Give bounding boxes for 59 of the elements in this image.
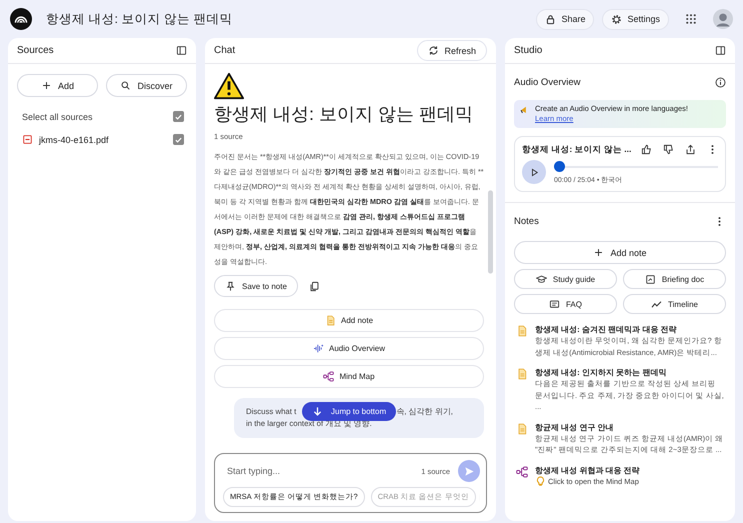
waveform-icon [312,343,324,354]
section-title: Notes [514,216,539,226]
add-note-button[interactable]: Add note [514,241,726,264]
thumbs-up-icon [641,144,652,155]
select-all-label: Select all sources [22,112,94,122]
chat-heading: 항생제 내성: 보이지 않는 팬데믹 [214,103,474,126]
avatar-icon [713,9,733,29]
copy-button[interactable] [308,280,321,292]
checkbox[interactable] [173,134,184,145]
section-title: Audio Overview [514,76,581,88]
action-button[interactable]: Mind Map [214,365,484,388]
panel-title: Chat [214,45,236,56]
checkbox[interactable] [173,111,184,122]
panel-title: Sources [17,45,54,56]
source-button[interactable]: Add [17,74,98,97]
pdf-file-icon [22,134,33,145]
warning-sign-icon [214,72,244,100]
note-tool-button[interactable]: Timeline [623,294,726,314]
share-icon [685,144,696,155]
lock-icon [545,14,556,24]
note-tool-button[interactable]: Briefing doc [623,269,726,289]
action-button[interactable]: Add note [214,309,484,332]
play-button[interactable] [522,160,546,184]
thumbs-down-icon [663,144,674,155]
trend-line-icon [651,298,662,310]
info-icon [715,76,726,88]
refresh-icon [428,45,440,56]
note-tool-button[interactable]: Study guide [514,269,617,289]
audio-title: 항생제 내성: 보이지 않는 ... [522,144,632,156]
send-icon [464,466,474,476]
lightbulb-icon [535,476,546,487]
audio-action-button[interactable] [662,143,676,156]
refresh-button[interactable]: Refresh [417,40,487,61]
graduation-cap-icon [536,274,547,284]
action-button[interactable]: Audio Overview [214,337,484,360]
down-arrow-icon [312,406,323,417]
side-panel-icon [176,45,187,56]
note-tool-button[interactable]: FAQ [514,294,617,314]
side-panel-icon [715,45,726,56]
source-name[interactable]: jkms-40-e161.pdf [39,134,167,144]
plus-icon [40,80,52,91]
toolbar-button[interactable]: Settings [602,8,669,30]
pin-icon [225,280,236,292]
panel-title: Studio [514,45,542,56]
mind-map-icon [516,466,528,478]
save-to-note-button[interactable]: Save to note [214,275,298,297]
audio-action-button[interactable] [640,143,654,156]
source-button[interactable]: Discover [106,74,187,97]
audio-action-button[interactable] [684,143,698,156]
apps-grid-icon [685,13,697,25]
notebook-title: 항생제 내성: 보이지 않는 팬데믹 [46,10,232,28]
copy-icon [308,280,320,292]
mind-map-icon [323,371,334,382]
toolbar-button[interactable]: Share [536,8,594,30]
gear-icon [611,14,622,24]
plus-icon [593,247,604,258]
jump-to-bottom-button[interactable]: Jump to bottom [302,402,396,421]
chat-box-icon [548,298,560,310]
logo-icon [10,8,32,30]
